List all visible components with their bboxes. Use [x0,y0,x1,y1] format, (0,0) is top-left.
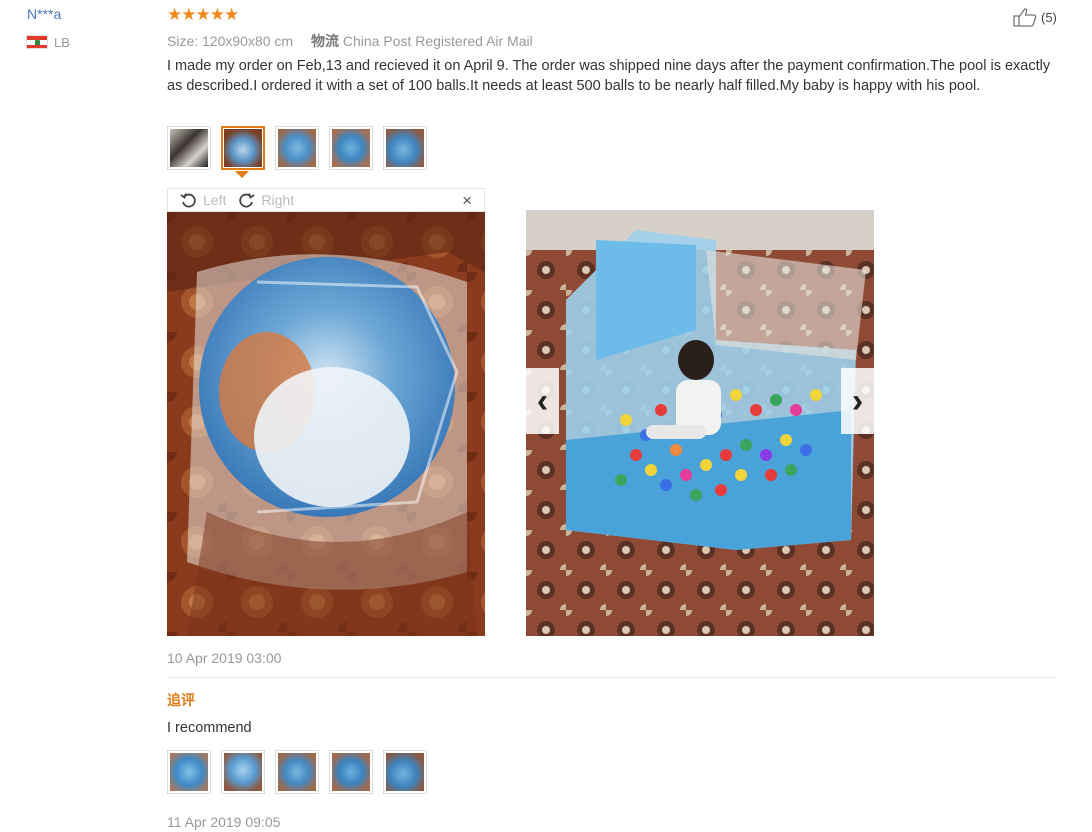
shipping-label: 物流 [310,33,339,49]
additional-review-label: 追评 [167,692,195,708]
rotate-right-icon [239,192,255,207]
reviewer-name: N***a [27,6,62,22]
additional-thumbnail[interactable] [275,750,319,794]
reviewer-country: LB [54,35,70,50]
rotate-left-label: Left [203,192,227,208]
additional-review-date: 11 Apr 2019 09:05 [167,814,281,830]
additional-review-text: I recommend [167,720,252,736]
close-viewer-button[interactable]: × [462,191,472,211]
rotate-right-button[interactable]: Right [238,192,294,209]
prev-photo-button[interactable]: ‹ [526,368,559,434]
review-thumbnail-active[interactable] [221,126,265,170]
chevron-right-icon: › [851,381,864,420]
additional-thumbnail[interactable] [383,750,427,794]
review-meta: Size: 120x90x80 cm 物流 China Post Registe… [167,31,533,51]
additional-thumbnail[interactable] [221,750,265,794]
size-label: Size: 120x90x80 cm [167,33,294,49]
additional-thumbnail[interactable] [329,750,373,794]
review-thumbnail[interactable] [167,126,211,170]
packed-pool-photo [167,212,485,636]
review-thumbnail[interactable] [383,126,427,170]
shipping-method: China Post Registered Air Mail [342,33,533,49]
ball-pit-photo [526,210,874,636]
divider [167,677,1057,678]
review-thumbnails [167,126,427,170]
helpful-count: (5) [1041,9,1057,25]
review-photo-preview: ‹ › [526,210,874,636]
helpful-button[interactable]: (5) [1012,7,1057,27]
thumbs-up-icon [1013,8,1037,27]
review-date: 10 Apr 2019 03:00 [167,650,282,666]
review-text: I made my order on Feb,13 and recieved i… [167,58,1051,94]
enlarged-review-photo [167,212,485,636]
review-thumbnail[interactable] [275,126,319,170]
review-thumbnail[interactable] [329,126,373,170]
rotate-left-icon [180,192,196,207]
rotate-right-label: Right [261,192,295,208]
chevron-left-icon: ‹ [536,381,549,420]
next-photo-button[interactable]: › [841,368,874,434]
additional-thumbnail[interactable] [167,750,211,794]
rotate-left-button[interactable]: Left [180,192,226,209]
lebanon-flag-icon [26,35,48,49]
star-rating: ★★★★★ [167,5,239,24]
active-thumbnail-caret [235,171,249,178]
additional-thumbnails [167,750,427,794]
image-viewer-toolbar: Left Right × [167,188,485,212]
